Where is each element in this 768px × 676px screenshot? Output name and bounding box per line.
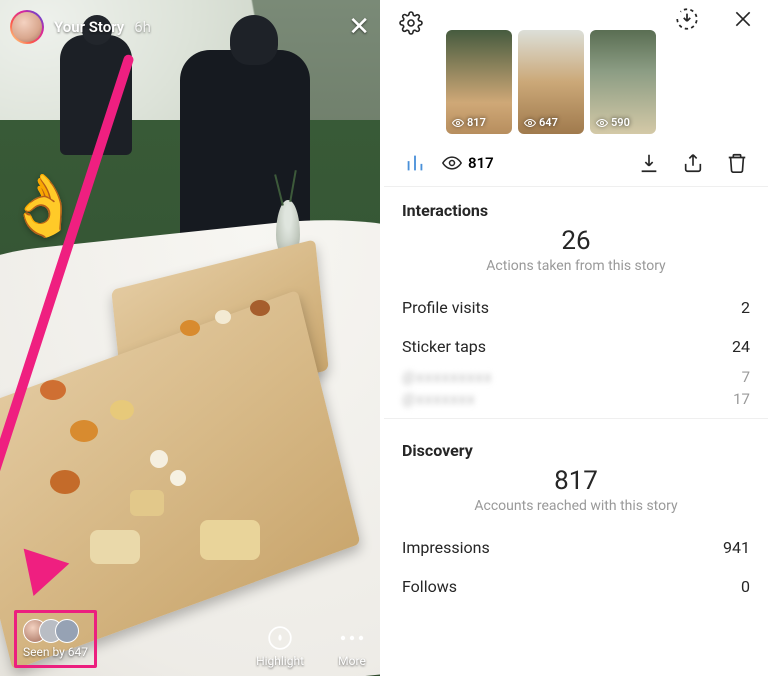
- profile-visits-row: Profile visits 2: [384, 288, 768, 327]
- highlight-button[interactable]: Highlight: [256, 624, 304, 668]
- story-thumbnail-strip: 817 647 590: [446, 8, 656, 134]
- chart-icon[interactable]: [402, 150, 428, 176]
- story-thumbnail[interactable]: 647: [518, 30, 584, 134]
- sticker-tap-item: @xxxxxxxxx 7: [384, 366, 768, 388]
- story-thumbnail[interactable]: 590: [590, 30, 656, 134]
- impressions-row: Impressions 941: [384, 528, 768, 567]
- view-count: 817: [442, 153, 494, 173]
- gear-icon[interactable]: [398, 10, 424, 36]
- eye-icon: [442, 153, 462, 173]
- story-age: 6h: [134, 18, 151, 36]
- sticker-taps-row: Sticker taps 24: [384, 327, 768, 366]
- close-icon[interactable]: [730, 6, 756, 32]
- avatar[interactable]: [10, 10, 44, 44]
- story-title: Your Story: [54, 18, 124, 36]
- sticker-tap-item: @xxxxxxx 17: [384, 388, 768, 410]
- discovery-heading: Discovery: [402, 441, 750, 460]
- story-viewer: 👌 Your Story 6h ✕ Seen by 647: [0, 0, 380, 676]
- interactions-subtitle: Actions taken from this story: [402, 258, 750, 274]
- share-icon[interactable]: [680, 150, 706, 176]
- insights-panel: 817 647 590: [380, 0, 768, 676]
- seen-by-button[interactable]: Seen by 647: [14, 610, 97, 668]
- close-icon[interactable]: ✕: [348, 14, 370, 40]
- more-icon: [338, 624, 366, 652]
- discovery-subtitle: Accounts reached with this story: [402, 498, 750, 514]
- save-circle-icon[interactable]: [674, 6, 700, 32]
- seen-by-avatars: [23, 619, 79, 643]
- interactions-heading: Interactions: [402, 201, 750, 220]
- interactions-total: 26: [402, 226, 750, 256]
- story-thumbnail[interactable]: 817: [446, 30, 512, 134]
- insights-toolbar: 817: [384, 140, 768, 187]
- more-button[interactable]: More: [338, 624, 366, 668]
- highlight-icon: [266, 624, 294, 652]
- seen-by-label: Seen by 647: [23, 645, 88, 659]
- follows-row: Follows 0: [384, 567, 768, 606]
- download-icon[interactable]: [636, 150, 662, 176]
- discovery-total: 817: [402, 466, 750, 496]
- trash-icon[interactable]: [724, 150, 750, 176]
